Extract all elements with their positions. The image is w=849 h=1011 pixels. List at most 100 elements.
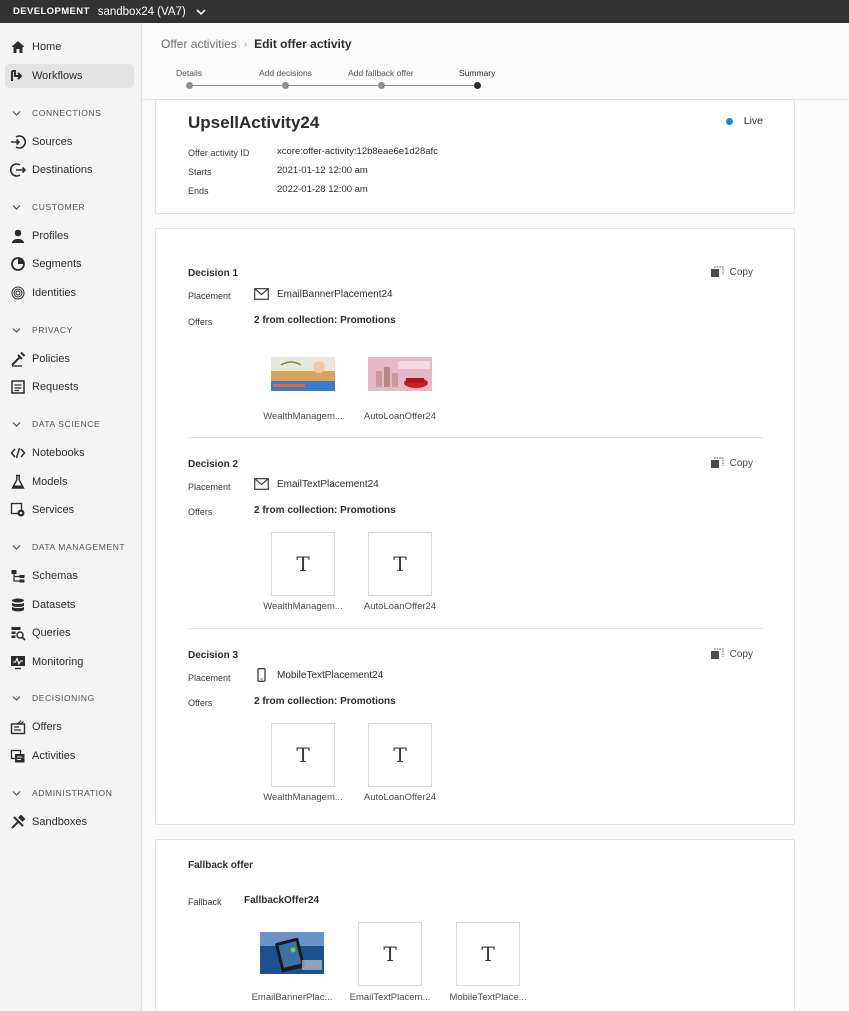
sidebar-item-label: Destinations xyxy=(32,164,93,176)
sidebar-item-label: Models xyxy=(32,476,68,488)
offers-icon xyxy=(10,720,26,735)
offer-name: AutoLoanOffer24 xyxy=(363,411,437,422)
step-connector xyxy=(190,85,478,86)
sidebar-item-sandboxes[interactable]: Sandboxes xyxy=(5,810,134,834)
status-badge: Live xyxy=(725,115,763,127)
decision-title: Decision 2 xyxy=(188,459,239,470)
status-dot xyxy=(725,117,733,125)
offer-name: WealthManagem... xyxy=(263,792,343,803)
breadcrumb: Offer activities › Edit offer activity xyxy=(161,37,352,51)
placement-label: Placement xyxy=(188,291,231,301)
sidebar-item-segments[interactable]: Segments xyxy=(5,252,134,276)
step-add-fallback-offer[interactable]: Add fallback offer xyxy=(348,68,414,78)
offer-thumbnail-text[interactable]: T xyxy=(368,723,432,787)
step-summary[interactable]: Summary xyxy=(459,68,495,78)
step-dot[interactable] xyxy=(282,82,289,89)
fallback-offer-label: MobileTextPlace... xyxy=(449,992,527,1003)
offer-thumbnail-text[interactable]: T xyxy=(368,532,432,596)
decisions-card: Decision 1 Copy Placement EmailBannerPla… xyxy=(155,228,795,825)
sidebar-item-policies[interactable]: Policies xyxy=(5,347,134,371)
step-dot[interactable] xyxy=(186,82,193,89)
fallback-thumbnail-image[interactable] xyxy=(260,932,324,974)
sidebar-item-label: Segments xyxy=(32,258,82,270)
sidebar-item-label: Workflows xyxy=(32,70,83,82)
queries-icon xyxy=(11,627,26,641)
step-dot[interactable] xyxy=(378,82,385,89)
section-administration[interactable]: ADMINISTRATION xyxy=(12,788,113,798)
divider xyxy=(188,628,763,629)
starts-value: 2021-01-12 12:00 am xyxy=(277,165,368,176)
offer-thumbnail-image[interactable] xyxy=(271,357,335,391)
section-connections[interactable]: CONNECTIONS xyxy=(12,108,101,118)
email-icon xyxy=(254,288,269,300)
step-details[interactable]: Details xyxy=(176,68,202,78)
copy-button[interactable]: Copy xyxy=(710,266,753,278)
fallback-offer-label: EmailBannerPlac... xyxy=(251,992,333,1003)
profiles-icon xyxy=(12,229,24,243)
datasets-icon xyxy=(11,598,25,612)
policies-icon xyxy=(11,351,26,367)
fallback-thumbnail-text[interactable]: T xyxy=(456,922,520,986)
sidebar-item-requests[interactable]: Requests xyxy=(5,375,134,399)
sidebar-item-identities[interactable]: Identities xyxy=(5,281,134,305)
offer-thumbnail-text[interactable]: T xyxy=(271,723,335,787)
sidebar-item-datasets[interactable]: Datasets xyxy=(5,593,134,617)
segments-icon xyxy=(11,257,25,271)
sidebar-item-workflows[interactable]: Workflows xyxy=(5,64,134,88)
copy-button[interactable]: Copy xyxy=(710,648,753,660)
sidebar-item-sources[interactable]: Sources xyxy=(5,130,134,154)
divider xyxy=(188,437,763,438)
copy-icon xyxy=(710,457,724,468)
chevron-down-icon[interactable] xyxy=(195,7,207,17)
sidebar-item-destinations[interactable]: Destinations xyxy=(5,158,134,182)
sidebar-item-offers[interactable]: Offers xyxy=(5,715,134,739)
step-add-decisions[interactable]: Add decisions xyxy=(259,68,312,78)
placement-value: EmailTextPlacement24 xyxy=(254,478,379,490)
fallback-card: Fallback offer Fallback FallbackOffer24 … xyxy=(155,839,795,1011)
offers-label: Offers xyxy=(188,317,213,327)
chevron-down-icon xyxy=(12,695,21,701)
schemas-icon xyxy=(11,570,25,583)
activities-icon xyxy=(10,749,25,763)
offer-thumbnail-image[interactable] xyxy=(368,357,432,391)
chevron-down-icon xyxy=(12,204,21,210)
sidebar-item-schemas[interactable]: Schemas xyxy=(5,564,134,588)
sidebar-item-home[interactable]: Home xyxy=(5,35,134,59)
sidebar-item-label: Sources xyxy=(32,136,73,148)
section-data-management[interactable]: DATA MANAGEMENT xyxy=(12,542,125,552)
starts-label: Starts xyxy=(188,167,212,177)
section-decisioning[interactable]: DECISIONING xyxy=(12,693,95,703)
chevron-down-icon xyxy=(12,421,21,427)
sidebar-item-queries[interactable]: Queries xyxy=(5,621,134,645)
sidebar-item-models[interactable]: Models xyxy=(5,470,134,494)
sidebar-item-label: Sandboxes xyxy=(32,816,88,828)
sidebar-item-label: Requests xyxy=(32,381,79,393)
sidebar-item-services[interactable]: Services xyxy=(5,498,134,522)
sidebar: Home Workflows CONNECTIONS Sources Desti… xyxy=(0,23,142,1011)
copy-button[interactable]: Copy xyxy=(710,457,753,469)
breadcrumb-parent-link[interactable]: Offer activities xyxy=(161,37,237,51)
sidebar-item-label: Policies xyxy=(32,353,70,365)
fallback-thumbnail-text[interactable]: T xyxy=(358,922,422,986)
sidebar-item-profiles[interactable]: Profiles xyxy=(5,224,134,248)
step-dot-current[interactable] xyxy=(474,82,481,89)
page-title: Edit offer activity xyxy=(254,37,352,51)
sandbox-switcher[interactable]: sandbox24 (VA7) xyxy=(98,6,186,18)
offer-thumbnail-text[interactable]: T xyxy=(271,532,335,596)
sidebar-item-notebooks[interactable]: Notebooks xyxy=(5,441,134,465)
sidebar-item-label: Home xyxy=(32,41,62,53)
fallback-offer-label: EmailTextPlacem... xyxy=(349,992,431,1003)
sources-icon xyxy=(11,135,26,149)
email-icon xyxy=(254,478,269,490)
services-icon xyxy=(10,502,25,517)
chevron-down-icon xyxy=(12,544,21,550)
section-customer[interactable]: CUSTOMER xyxy=(12,202,85,212)
section-data-science[interactable]: DATA SCIENCE xyxy=(12,419,100,429)
copy-icon xyxy=(710,266,724,277)
section-privacy[interactable]: PRIVACY xyxy=(12,325,73,335)
sidebar-item-activities[interactable]: Activities xyxy=(5,744,134,768)
sidebar-item-label: Datasets xyxy=(32,599,76,611)
requests-icon xyxy=(11,380,25,394)
offer-name: WealthManagem... xyxy=(263,411,343,422)
sidebar-item-monitoring[interactable]: Monitoring xyxy=(5,650,134,674)
